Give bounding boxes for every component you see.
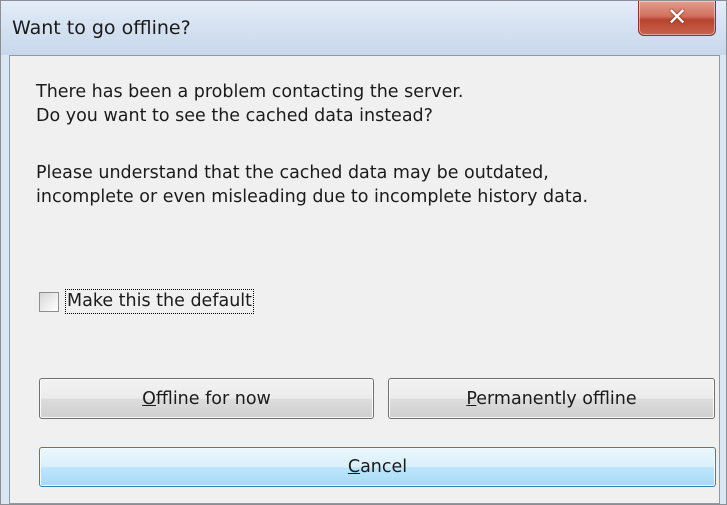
message-line-3: Please understand that the cached data m… [36, 163, 549, 183]
mnemonic-c: C [347, 457, 361, 477]
offline-for-now-button[interactable]: Offline for now [39, 378, 374, 419]
make-default-checkbox[interactable] [39, 292, 59, 312]
message-line-1: There has been a problem contacting the … [36, 82, 464, 102]
message-line-4: incomplete or even misleading due to inc… [36, 187, 589, 207]
permanently-offline-text: ermanently offline [476, 388, 637, 409]
mnemonic-o: O [142, 388, 156, 409]
close-icon: ✕ [666, 3, 688, 31]
title-bar[interactable]: Want to go offline? ✕ [1, 1, 726, 55]
dialog-window: Want to go offline? ✕ There has been a p… [0, 0, 727, 505]
permanently-offline-label: Permanently offline [389, 388, 714, 410]
message-line-2: Do you want to see the cached data inste… [36, 106, 433, 126]
make-default-label[interactable]: Make this the default [64, 289, 255, 314]
offline-for-now-text: ffline for now [155, 388, 271, 409]
permanently-offline-button[interactable]: Permanently offline [388, 378, 715, 419]
close-button[interactable]: ✕ [638, 1, 716, 36]
mnemonic-p: P [466, 388, 477, 409]
dialog-title: Want to go offline? [12, 17, 191, 39]
cancel-label: Cancel [40, 456, 715, 478]
offline-for-now-label: Offline for now [40, 388, 373, 410]
cancel-button[interactable]: Cancel [39, 447, 716, 487]
dialog-body: There has been a problem contacting the … [9, 55, 720, 504]
cancel-text: ancel [360, 457, 408, 477]
